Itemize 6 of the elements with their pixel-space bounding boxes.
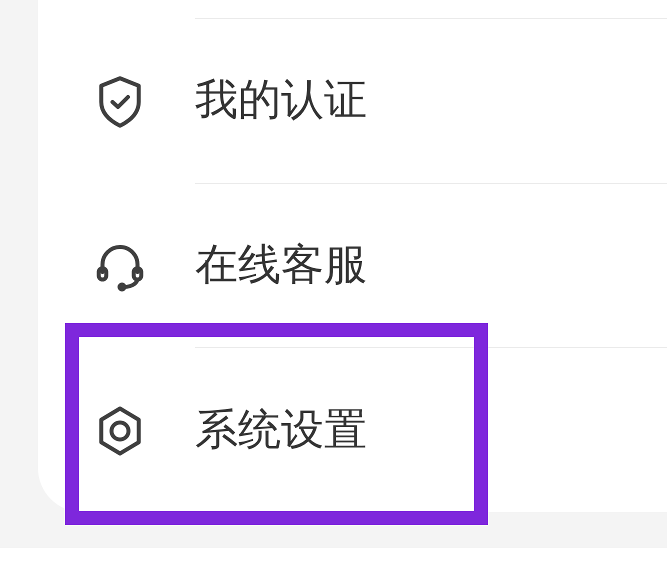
menu-item-label: 我的认证 [195,79,367,122]
menu-item-label: 系统设置 [195,408,367,452]
menu-item-label: 在线客服 [195,244,367,287]
menu-item[interactable]: 我的认证 [195,18,667,183]
menu-item[interactable]: 在线客服 [195,182,667,348]
menu-item[interactable]: 系统设置 [195,347,667,512]
